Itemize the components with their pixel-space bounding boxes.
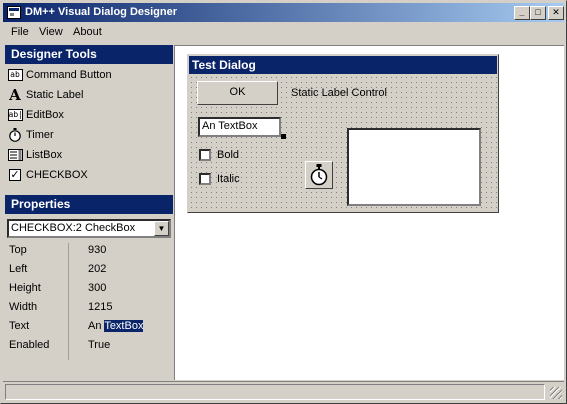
menu-file[interactable]: File bbox=[11, 26, 29, 38]
menu-bar: File View About bbox=[3, 23, 564, 42]
window-title: DM++ Visual Dialog Designer bbox=[25, 6, 178, 18]
checkbox-label: Bold bbox=[217, 149, 240, 161]
property-key: Top bbox=[9, 244, 27, 256]
checkbox-box[interactable] bbox=[199, 149, 211, 161]
text-value-prefix: An bbox=[88, 320, 105, 332]
chevron-down-icon[interactable]: ▼ bbox=[154, 221, 169, 236]
checkbox-box[interactable] bbox=[199, 173, 211, 185]
command-button-icon: ab bbox=[7, 68, 23, 82]
bold-checkbox[interactable]: Bold bbox=[199, 147, 279, 163]
control-selector[interactable]: CHECKBOX:2 CheckBox ▼ bbox=[7, 219, 171, 238]
static-label-control[interactable]: Static Label Control bbox=[291, 87, 387, 99]
status-pane bbox=[5, 384, 545, 400]
listbox-icon bbox=[7, 148, 23, 162]
dialog-grid[interactable]: OK Static Label Control An TextBox Bold … bbox=[189, 75, 497, 211]
design-canvas[interactable]: Test Dialog OK Static Label Control An T… bbox=[174, 45, 564, 380]
maximize-button[interactable]: □ bbox=[530, 6, 546, 20]
tool-label: Static Label bbox=[26, 89, 84, 101]
close-button[interactable]: ✕ bbox=[548, 6, 564, 20]
editbox-icon: ab| bbox=[7, 109, 23, 121]
test-dialog[interactable]: Test Dialog OK Static Label Control An T… bbox=[187, 54, 499, 213]
client-area: Designer Tools ab Command Button A Stati… bbox=[3, 43, 564, 380]
tool-listbox[interactable]: ListBox bbox=[7, 146, 62, 164]
tool-static-label[interactable]: A Static Label bbox=[7, 86, 83, 104]
property-value[interactable]: True bbox=[88, 339, 110, 351]
property-value[interactable]: 202 bbox=[88, 263, 106, 275]
stopwatch-icon bbox=[310, 164, 328, 186]
status-bar bbox=[3, 381, 564, 401]
control-selector-value: CHECKBOX:2 CheckBox bbox=[11, 222, 136, 234]
property-value-editor[interactable]: An TextBox bbox=[88, 320, 144, 332]
title-bar[interactable]: DM++ Visual Dialog Designer _ □ ✕ bbox=[3, 3, 564, 22]
property-grid: Top 930 Left 202 Height 300 Width 1215 T… bbox=[5, 240, 173, 378]
property-row[interactable]: Left 202 bbox=[5, 259, 173, 278]
tool-label: Timer bbox=[26, 129, 54, 141]
tool-editbox[interactable]: ab| EditBox bbox=[7, 106, 64, 124]
checkbox-icon: ✓ bbox=[9, 169, 21, 181]
property-row[interactable]: Text An TextBox bbox=[5, 316, 173, 335]
property-key: Height bbox=[9, 282, 41, 294]
tool-checkbox[interactable]: ✓ CHECKBOX bbox=[7, 166, 88, 184]
italic-checkbox[interactable]: Italic bbox=[199, 171, 279, 187]
app-icon bbox=[7, 6, 21, 19]
tool-label: ListBox bbox=[26, 149, 63, 161]
resize-grip-icon[interactable] bbox=[550, 387, 562, 399]
property-value[interactable]: 1215 bbox=[88, 301, 112, 313]
tool-label: Command Button bbox=[26, 69, 112, 81]
property-row[interactable]: Width 1215 bbox=[5, 297, 173, 316]
textbox-control[interactable]: An TextBox bbox=[198, 117, 281, 137]
property-value[interactable]: 930 bbox=[88, 244, 106, 256]
text-value-selection: TextBox bbox=[104, 320, 144, 332]
property-key: Text bbox=[9, 320, 30, 332]
properties-header: Properties bbox=[5, 195, 173, 214]
menu-view[interactable]: View bbox=[39, 26, 63, 38]
timer-control[interactable] bbox=[305, 161, 333, 189]
designer-tools-header: Designer Tools bbox=[5, 45, 173, 64]
property-key: Enabled bbox=[9, 339, 50, 351]
static-label-icon: A bbox=[9, 86, 21, 104]
stopwatch-icon bbox=[7, 128, 23, 142]
ok-button[interactable]: OK bbox=[197, 81, 278, 105]
tool-timer[interactable]: Timer bbox=[7, 126, 54, 144]
tool-command-button[interactable]: ab Command Button bbox=[7, 66, 112, 84]
checkbox-label: Italic bbox=[217, 173, 240, 185]
app-window: DM++ Visual Dialog Designer _ □ ✕ File V… bbox=[0, 0, 567, 404]
property-value[interactable]: 300 bbox=[88, 282, 106, 294]
property-key: Width bbox=[9, 301, 38, 313]
property-key: Left bbox=[9, 263, 28, 275]
tool-label: CHECKBOX bbox=[26, 169, 88, 181]
listbox-control[interactable] bbox=[347, 128, 481, 206]
property-row[interactable]: Height 300 bbox=[5, 278, 173, 297]
minimize-button[interactable]: _ bbox=[514, 6, 530, 20]
menu-about[interactable]: About bbox=[73, 26, 102, 38]
property-row[interactable]: Top 930 bbox=[5, 240, 173, 259]
tool-label: EditBox bbox=[26, 109, 64, 121]
property-row[interactable]: Enabled True bbox=[5, 335, 173, 354]
resize-handle[interactable] bbox=[281, 134, 286, 139]
dialog-title[interactable]: Test Dialog bbox=[189, 56, 497, 74]
